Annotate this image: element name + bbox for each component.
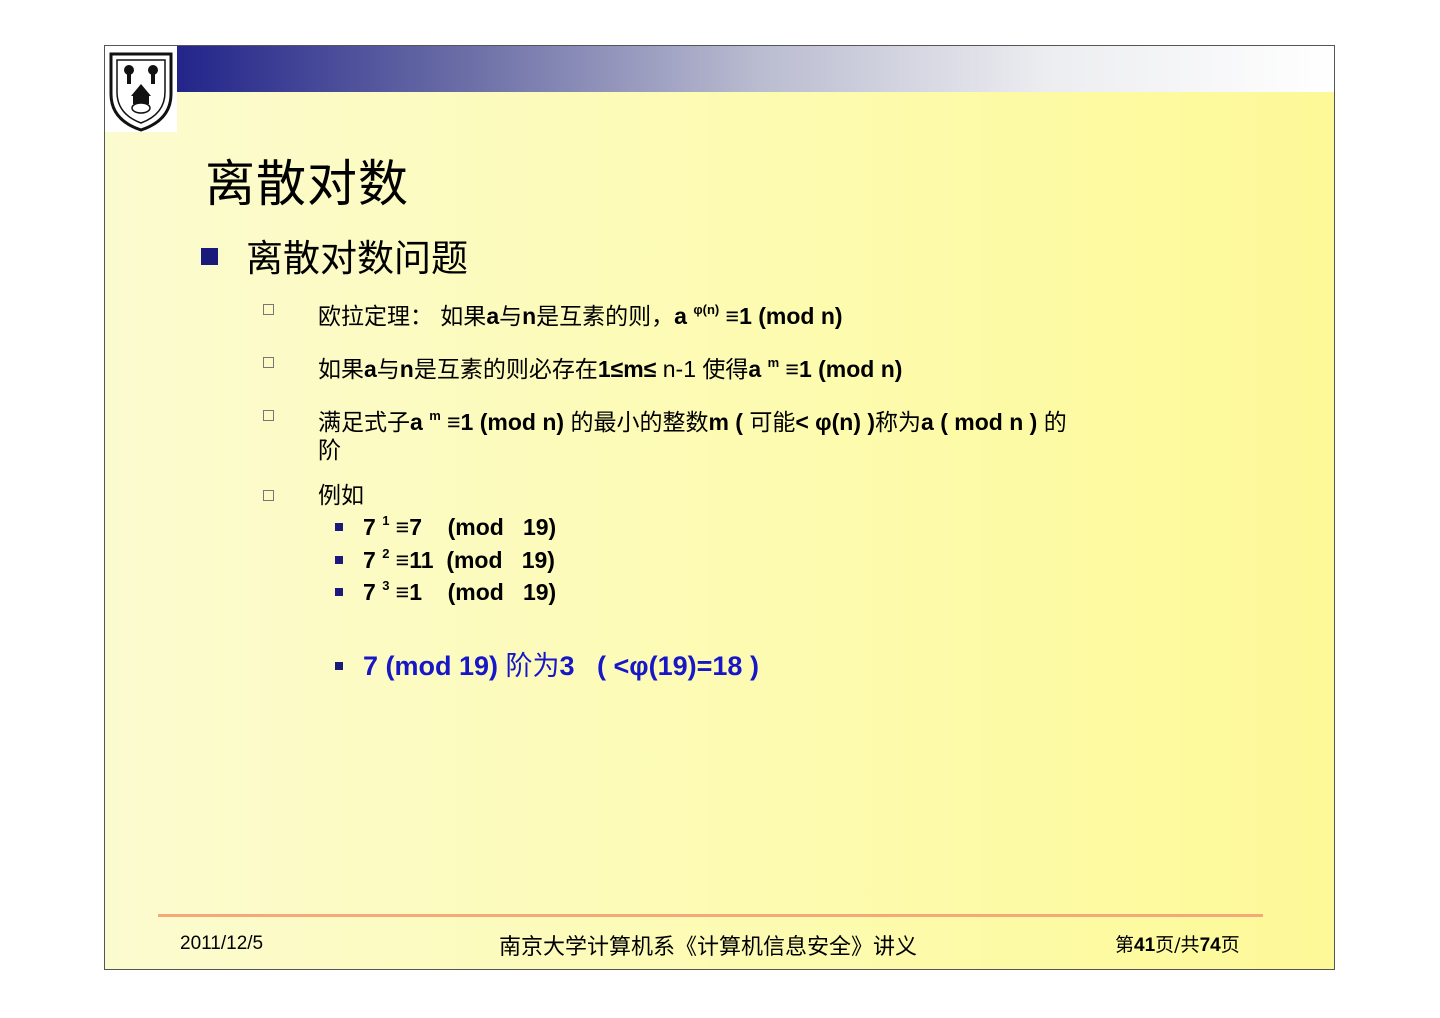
example-row: 7 3 ≡1 (mod 19) <box>335 578 556 606</box>
example-row: 7 2 ≡11 (mod 19) <box>335 546 555 574</box>
bullet-level1-text: 离散对数问题 <box>246 237 468 280</box>
hollow-square-bullet-icon <box>263 490 274 501</box>
bullet-euler: 欧拉定理： 如果a与n是互素的则，a φ(n) ≡1 (mod n) <box>263 296 1243 331</box>
square-bullet-icon <box>201 248 218 265</box>
small-square-bullet-icon <box>335 555 343 564</box>
bullet-order-definition: 满足式子a m ≡1 (mod n) 的最小的整数m ( 可能< φ(n) )称… <box>263 402 1263 465</box>
example-row: 7 1 ≡7 (mod 19) <box>335 513 556 541</box>
hollow-square-bullet-icon <box>263 410 274 421</box>
footer-course-title: 南京大学计算机系《计算机信息安全》讲义 <box>499 935 918 960</box>
footer-page-number: 第41页/共74页 <box>1115 934 1240 956</box>
slide: 离散对数 离散对数问题 欧拉定理： 如果a与n是互素的则，a φ(n) ≡1 (… <box>104 45 1335 970</box>
small-square-bullet-icon <box>335 522 343 531</box>
title-bar <box>175 46 1334 92</box>
hollow-square-bullet-icon <box>263 357 274 368</box>
slide-title: 离散对数 <box>205 155 409 213</box>
footer-divider <box>158 914 1263 917</box>
small-square-bullet-icon <box>335 661 343 670</box>
university-seal-icon <box>105 46 177 132</box>
footer-date: 2011/12/5 <box>180 933 264 954</box>
bullet-level1: 离散对数问题 <box>201 228 468 282</box>
small-square-bullet-icon <box>335 587 343 596</box>
hollow-square-bullet-icon <box>263 304 274 315</box>
bullet-existence: 如果a与n是互素的则必存在1≤m≤ n-1 使得a m ≡1 (mod n) <box>263 349 1243 384</box>
conclusion-row: 7 (mod 19) 阶为3 ( <φ(19)=18 ) <box>335 644 759 683</box>
bullet-example: 例如 <box>263 482 1243 510</box>
